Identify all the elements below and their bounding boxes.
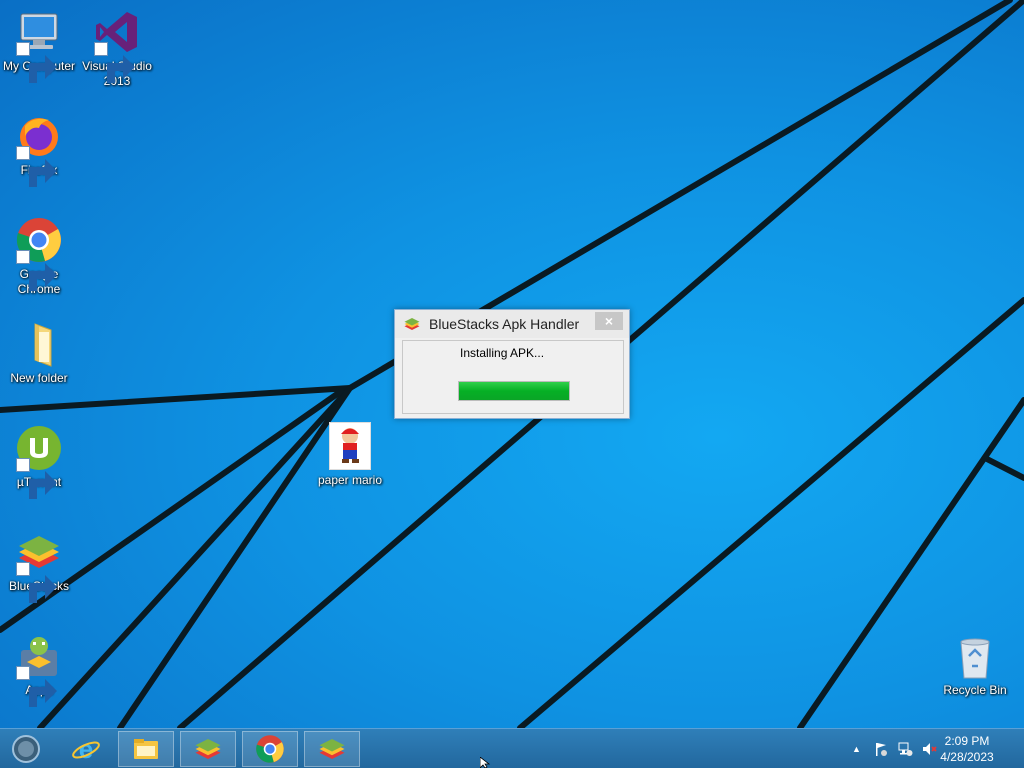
svg-text:e: e — [79, 734, 93, 764]
shortcut-arrow-icon — [16, 42, 57, 83]
explorer-icon — [134, 739, 158, 759]
taskbar-file-explorer[interactable] — [118, 731, 174, 767]
progress-fill — [459, 382, 569, 400]
desktop-icon-new-folder[interactable]: New folder — [0, 320, 78, 386]
clock-date: 4/28/2023 — [940, 750, 994, 764]
desktop-icon-my-computer[interactable]: My Computer — [0, 8, 78, 83]
shortcut-arrow-icon — [16, 666, 57, 707]
clock-time: 2:09 PM — [944, 734, 990, 748]
action-center-flag-icon[interactable] — [873, 741, 889, 757]
shortcut-arrow-icon — [16, 458, 57, 499]
start-button[interactable] — [0, 731, 52, 767]
desktop-icon-bluestacks[interactable]: BlueStacks — [0, 528, 78, 603]
shortcut-arrow-icon — [16, 146, 57, 187]
shortcut-arrow-icon — [94, 42, 135, 83]
install-progress-bar — [458, 381, 570, 401]
desktop-icon-recycle-bin[interactable]: Recycle Bin — [936, 632, 1014, 698]
status-text: Installing APK... — [460, 346, 545, 360]
taskbar-internet-explorer[interactable]: e — [58, 731, 114, 767]
taskbar-bluestacks[interactable] — [180, 731, 236, 767]
ie-icon: e — [72, 734, 100, 764]
shortcut-arrow-icon — [16, 250, 57, 291]
desktop-icon-utorrent[interactable]: µTorrent — [0, 424, 78, 499]
network-icon[interactable] — [897, 741, 913, 757]
chrome-icon — [256, 735, 284, 763]
mouse-cursor-icon — [480, 757, 491, 768]
dialog-title: BlueStacks Apk Handler — [429, 316, 580, 332]
system-tray: ▲ — [848, 729, 941, 768]
recycle-bin-icon — [960, 638, 990, 679]
desktop-icon-google-chrome[interactable]: Google Chrome — [0, 216, 78, 297]
taskbar-chrome[interactable] — [242, 731, 298, 767]
close-button[interactable]: × — [595, 312, 623, 330]
shortcut-arrow-icon — [16, 562, 57, 603]
clock[interactable]: 2:09 PM 4/28/2023 — [932, 733, 1002, 765]
taskbar-apk-handler[interactable] — [304, 731, 360, 767]
desktop-icon-firefox[interactable]: Firefox — [0, 112, 78, 187]
desktop-icon-paper-mario[interactable]: paper mario — [311, 422, 389, 488]
bluestacks-icon — [319, 739, 345, 759]
show-hidden-icons-button[interactable]: ▲ — [852, 744, 861, 754]
desktop[interactable]: My Computer Visual Studio 2013 Firefox — [0, 0, 1024, 728]
dialog-titlebar[interactable]: BlueStacks Apk Handler × — [395, 310, 629, 338]
start-orb-icon — [12, 735, 40, 763]
paper-mario-icon — [338, 428, 362, 463]
bluestacks-icon — [195, 739, 221, 759]
bluestacks-icon — [403, 315, 421, 333]
desktop-icon-visual-studio[interactable]: Visual Studio 2013 — [78, 8, 156, 89]
dialog-client-area: Installing APK... — [402, 340, 624, 414]
desktop-icon-apps[interactable]: Apps — [0, 632, 78, 707]
folder-icon — [34, 323, 52, 367]
apk-handler-dialog[interactable]: BlueStacks Apk Handler × Installing APK.… — [394, 309, 630, 419]
taskbar[interactable]: e ▲ 2:09 PM 4/28/2023 — [0, 728, 1024, 768]
